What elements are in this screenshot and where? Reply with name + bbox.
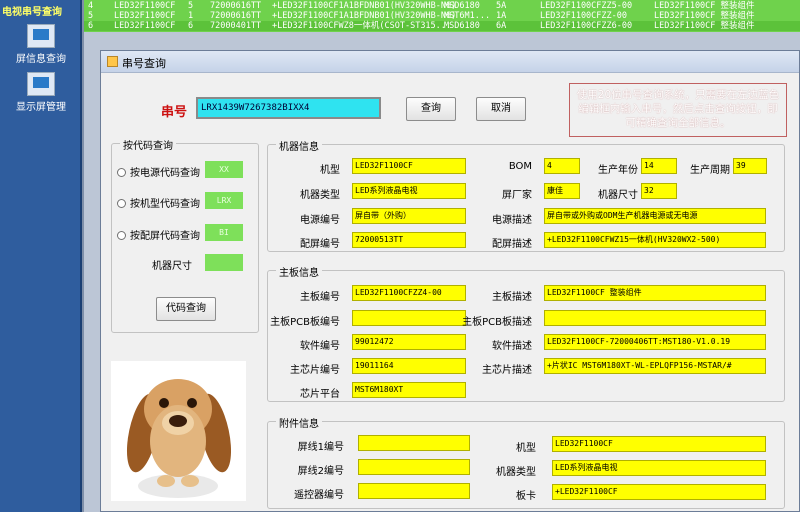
group-title: 附件信息	[276, 415, 322, 430]
year-field[interactable]: 14	[641, 158, 677, 174]
bom-field[interactable]: 4	[544, 158, 580, 174]
size-label: 机器尺寸	[598, 190, 638, 201]
dialog-title: 串号查询	[122, 57, 166, 70]
chip-code-label: 主芯片编号	[290, 365, 340, 376]
software-desc-label: 软件描述	[492, 341, 532, 352]
chip-desc-field[interactable]: +片状IC MST6M180XT-WL-EPLQFP156-MSTAR/#	[544, 358, 766, 374]
platform-label: 芯片平台	[300, 389, 340, 400]
week-label: 生产周期	[690, 165, 730, 176]
power-desc-field[interactable]: 屏自带或外购或ODM生产机器电源或无电源	[544, 208, 766, 224]
pcb-code-label: 主板PCB板编号	[270, 317, 340, 328]
screen-code-field[interactable]: 72000513TT	[352, 232, 466, 248]
model-field[interactable]: LED32F1100CF	[352, 158, 466, 174]
radio-power-code[interactable]: 按电源代码查询	[117, 164, 200, 179]
monitor-icon	[27, 24, 55, 48]
power-desc-label: 电源描述	[492, 215, 532, 226]
week-field[interactable]: 39	[733, 158, 767, 174]
accessory-board-label: 板卡	[516, 491, 536, 502]
dog-image	[111, 361, 246, 501]
accessory-model-field[interactable]: LED32F1100CF	[552, 436, 766, 452]
accessory-model-label: 机型	[516, 443, 536, 454]
power-code-label: 电源编号	[300, 215, 340, 226]
serial-query-dialog: 串号查询 串号 LRX1439W7267382BIXX4 查询 取消 使用20位…	[100, 50, 800, 512]
chip-desc-label: 主芯片描述	[482, 365, 532, 376]
radio-dot	[117, 199, 126, 208]
remote-field[interactable]	[358, 483, 470, 499]
board-desc-label: 主板描述	[492, 292, 532, 303]
board-code-label: 主板编号	[300, 292, 340, 303]
radio-dot	[117, 168, 126, 177]
screen-line2-label: 屏线2编号	[297, 466, 344, 477]
sidebar: 电视串号查询 屏信息查询 显示屏管理	[0, 0, 82, 512]
serial-input[interactable]: LRX1439W7267382BIXX4	[196, 97, 381, 119]
size-label: 机器尺寸	[152, 261, 192, 272]
panel-maker-label: 屏厂家	[502, 190, 532, 201]
hint-text: 使用20位串号查询系统，只需要在左边蓝色编辑框内输入串号，然后点击查询按钮，即可…	[569, 83, 787, 137]
type-field[interactable]: LED系列液晶电视	[352, 183, 466, 199]
screen-desc-label: 配屏描述	[492, 239, 532, 250]
screen-line1-label: 屏线1编号	[297, 442, 344, 453]
screen-line1-field[interactable]	[358, 435, 470, 451]
type-label: 机器类型	[300, 190, 340, 201]
pcb-code-field[interactable]	[352, 310, 466, 326]
model-code-box[interactable]: LRX	[205, 192, 243, 209]
model-label: 机型	[320, 165, 340, 176]
remote-label: 遥控器编号	[294, 490, 344, 501]
radio-model-code[interactable]: 按机型代码查询	[117, 195, 200, 210]
screen-desc-field[interactable]: +LED32F1100CFWZ15一体机(HV320WX2-500)	[544, 232, 766, 248]
year-label: 生产年份	[598, 165, 638, 176]
screen-line2-field[interactable]	[358, 459, 470, 475]
accessory-type-field[interactable]: LED系列液晶电视	[552, 460, 766, 476]
size-box[interactable]	[205, 254, 243, 271]
pcb-desc-field[interactable]	[544, 310, 766, 326]
panel-maker-field[interactable]: 康佳	[544, 183, 580, 199]
software-code-label: 软件编号	[300, 341, 340, 352]
code-query-group: 按代码查询 按电源代码查询 XX 按机型代码查询 LRX 按配屏代码查询 BI …	[111, 137, 259, 333]
accessory-board-field[interactable]: +LED32F1100CF	[552, 484, 766, 500]
power-code-field[interactable]: 屏自带（外购）	[352, 208, 466, 224]
app-icon	[107, 56, 118, 67]
screen-code-box[interactable]: BI	[205, 224, 243, 241]
sidebar-item-screen-info[interactable]: 屏信息查询	[0, 24, 82, 65]
serial-label: 串号	[161, 105, 188, 120]
power-code-box[interactable]: XX	[205, 161, 243, 178]
mainboard-info-group: 主板信息 主板编号 LED32F1100CFZZ4-00 主板描述 LED32F…	[267, 264, 785, 402]
board-desc-field[interactable]: LED32F1100CF 整装组件	[544, 285, 766, 301]
group-title: 主板信息	[276, 264, 322, 279]
screen-code-label: 配屏编号	[300, 239, 340, 250]
chip-code-field[interactable]: 19011164	[352, 358, 466, 374]
board-code-field[interactable]: LED32F1100CFZZ4-00	[352, 285, 466, 301]
accessory-type-label: 机器类型	[496, 467, 536, 478]
group-title: 按代码查询	[120, 137, 176, 152]
pcb-desc-label: 主板PCB板描述	[462, 317, 532, 328]
dialog-titlebar[interactable]: 串号查询	[101, 51, 799, 73]
software-desc-field[interactable]: LED32F1100CF-72000406TT:MST180-V1.0.19	[544, 334, 766, 350]
software-code-field[interactable]: 99012472	[352, 334, 466, 350]
sidebar-title: 电视串号查询	[2, 7, 62, 18]
radio-dot	[117, 231, 126, 240]
cancel-button[interactable]: 取消	[476, 97, 526, 121]
table-row[interactable]: 6 LED32F1100CF 6 72000401TT +LED32F1100C…	[84, 21, 800, 31]
sidebar-item-label: 屏信息查询	[16, 54, 66, 65]
background-table: 4 LED32F1100CF 5 72000616TT +LED32F1100C…	[84, 0, 800, 32]
bom-label: BOM	[508, 161, 532, 172]
machine-info-group: 机器信息 机型 LED32F1100CF BOM 4 生产年份 14 生产周期 …	[267, 138, 785, 252]
code-query-button[interactable]: 代码查询	[156, 297, 216, 321]
radio-screen-code[interactable]: 按配屏代码查询	[117, 227, 200, 242]
group-title: 机器信息	[276, 138, 322, 153]
accessory-info-group: 附件信息 屏线1编号 屏线2编号 遥控器编号 机型 LED32F1100CF 机…	[267, 415, 785, 509]
document-icon	[27, 72, 55, 96]
platform-field[interactable]: MST6M180XT	[352, 382, 466, 398]
machine-size-field[interactable]: 32	[641, 183, 677, 199]
query-button[interactable]: 查询	[406, 97, 456, 121]
sidebar-item-label: 显示屏管理	[16, 102, 66, 113]
sidebar-item-display-manage[interactable]: 显示屏管理	[0, 72, 82, 113]
